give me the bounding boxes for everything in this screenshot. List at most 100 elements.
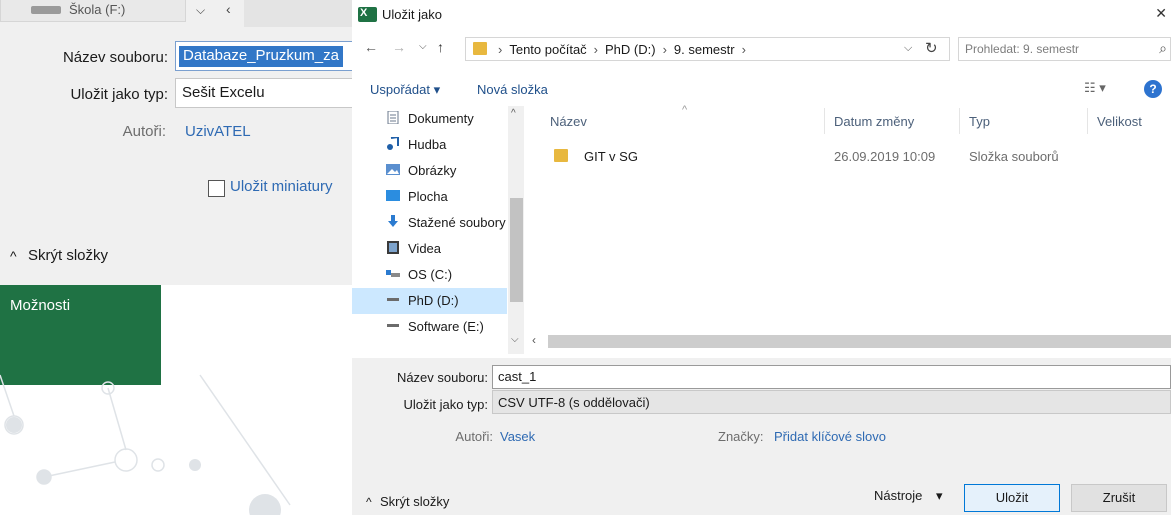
file-name-label: Název souboru: <box>396 370 488 385</box>
background-authors-link[interactable]: UzivATEL <box>185 123 251 140</box>
chevron-up-icon[interactable]: ^ <box>10 248 17 264</box>
sidebar-item-downloads[interactable]: Stažené soubory <box>352 210 507 236</box>
caret-down-icon: ▾ <box>936 488 943 503</box>
navigation-scrollbar[interactable]: ^ ⌵ <box>508 106 524 354</box>
sidebar-item-drive-c[interactable]: OS (C:) <box>352 262 507 288</box>
column-header-row: ^ Název Datum změny Typ Velikost <box>524 104 1171 136</box>
breadcrumb-separator-icon[interactable]: › <box>737 42 751 57</box>
authors-link[interactable]: Vasek <box>500 429 535 444</box>
search-icon[interactable]: ⌕ <box>1159 40 1167 57</box>
back-arrow-icon[interactable]: ‹ <box>226 1 231 17</box>
tools-label: Nástroje <box>874 488 923 503</box>
breadcrumb-item[interactable]: PhD (D:) <box>605 42 656 57</box>
table-row[interactable]: GIT v SG 26.09.2019 10:09 Složka souborů <box>524 144 1171 168</box>
hide-folders-button[interactable]: Skrýt složky <box>380 494 449 509</box>
sidebar-item-label: OS (C:) <box>408 267 453 282</box>
scrollbar-thumb[interactable] <box>548 335 1171 348</box>
chevron-up-icon[interactable]: ^ <box>511 108 516 119</box>
background-file-name-input[interactable]: Databaze_Pruzkum_za <box>175 41 352 71</box>
dialog-title: Uložit jako <box>382 7 442 22</box>
navigation-bar: ← → ⌵ ↑ › Tento počítač › PhD (D:) › 9. semes… <box>352 35 1171 65</box>
breadcrumb-item[interactable]: 9. semestr <box>674 42 735 57</box>
chevron-left-icon[interactable]: ‹ <box>532 333 536 347</box>
music-icon <box>387 137 399 150</box>
view-options-icon[interactable]: ☷ ▾ <box>1084 80 1106 96</box>
desktop-icon <box>386 190 400 201</box>
sidebar-item-label: Software (E:) <box>408 319 484 334</box>
file-name-input[interactable]: cast_1 <box>492 365 1171 389</box>
tags-label: Značky: <box>718 429 764 444</box>
back-arrow-icon[interactable]: ← <box>364 39 378 55</box>
recent-locations-icon[interactable]: ⌵ <box>419 41 427 52</box>
sidebar-item-label: Dokumenty <box>408 111 474 126</box>
column-divider[interactable] <box>824 108 825 134</box>
background-location-label: Škola (F:) <box>69 2 126 17</box>
chevron-down-icon[interactable]: ⌵ <box>511 334 519 345</box>
address-dropdown-icon[interactable]: ⌵ <box>904 42 912 55</box>
organize-button[interactable]: Uspořádat ▾ <box>370 82 440 98</box>
sidebar-item-desktop[interactable]: Plocha <box>352 184 507 210</box>
column-divider[interactable] <box>1087 108 1088 134</box>
file-list: ^ Název Datum změny Typ Velikost GIT v S… <box>524 104 1171 354</box>
breadcrumb-separator-icon[interactable]: › <box>589 42 603 57</box>
save-thumbnail-label[interactable]: Uložit miniatury <box>230 178 333 195</box>
sidebar-item-label: Obrázky <box>408 163 457 178</box>
downloads-icon <box>388 215 398 227</box>
save-thumbnail-checkbox[interactable] <box>208 180 225 197</box>
help-icon[interactable]: ? <box>1144 80 1162 98</box>
sidebar-item-label: Videa <box>408 241 442 256</box>
column-divider[interactable] <box>959 108 960 134</box>
column-header-type[interactable]: Typ <box>969 114 990 129</box>
background-address-bar <box>244 0 352 27</box>
close-icon[interactable]: ✕ <box>1155 5 1167 22</box>
save-as-dialog: X Uložit jako ✕ ← → ⌵ ↑ › Tento počítač › P… <box>352 0 1171 515</box>
forward-arrow-icon[interactable]: → <box>392 39 406 55</box>
breadcrumb-separator-icon[interactable]: › <box>658 42 672 57</box>
navigation-pane: Dokumenty Hudba Obrázky Plocha Stažené s… <box>352 106 524 354</box>
background-file-name-selected-text: Databaze_Pruzkum_za <box>179 46 343 67</box>
sidebar-item-music[interactable]: Hudba <box>352 132 507 158</box>
drive-c-icon <box>386 270 400 277</box>
background-save-type-select[interactable]: Sešit Excelu <box>175 78 352 108</box>
sidebar-item-documents[interactable]: Dokumenty <box>352 106 507 132</box>
cancel-button[interactable]: Zrušit <box>1071 484 1167 512</box>
folder-icon <box>554 149 568 162</box>
drive-icon <box>31 6 61 14</box>
address-bar[interactable]: › Tento počítač › PhD (D:) › 9. semestr › ⌵ ↻ <box>465 37 950 61</box>
sidebar-item-label: Hudba <box>408 137 447 152</box>
excel-icon: X <box>358 7 377 22</box>
sidebar-item-drive-d[interactable]: PhD (D:) <box>352 288 507 314</box>
background-location-box[interactable]: Škola (F:) <box>0 0 186 22</box>
search-input[interactable]: Prohledat: 9. semestr ⌕ <box>958 37 1171 61</box>
breadcrumb-item[interactable]: Tento počítač <box>509 42 586 57</box>
horizontal-scrollbar[interactable]: ‹ <box>524 332 1171 350</box>
title-bar: X Uložit jako ✕ <box>352 0 1171 31</box>
save-type-select[interactable]: CSV UTF-8 (s oddělovači) <box>492 390 1171 414</box>
chevron-down-icon[interactable]: ⌵ <box>196 3 205 18</box>
chevron-up-icon[interactable]: ^ <box>366 495 372 509</box>
background-navigation-strip: Škola (F:) ⌵ ‹ <box>0 0 352 27</box>
tools-button[interactable]: Nástroje ▾ <box>874 488 943 504</box>
search-placeholder: Prohledat: 9. semestr <box>965 42 1080 56</box>
column-header-name[interactable]: Název <box>550 114 587 129</box>
breadcrumb: › Tento počítač › PhD (D:) › 9. semestr › <box>493 42 753 57</box>
file-name: GIT v SG <box>584 149 638 164</box>
sort-ascending-icon: ^ <box>682 104 688 116</box>
background-authors-label: Autoři: <box>122 123 166 140</box>
refresh-icon[interactable]: ↻ <box>925 39 938 57</box>
add-tag-link[interactable]: Přidat klíčové slovo <box>774 429 886 444</box>
save-button[interactable]: Uložit <box>964 484 1060 512</box>
column-header-size[interactable]: Velikost <box>1097 114 1142 129</box>
drive-e-icon <box>387 324 399 327</box>
folder-icon <box>473 42 487 55</box>
new-folder-button[interactable]: Nová složka <box>477 82 548 97</box>
scrollbar-thumb[interactable] <box>510 198 523 302</box>
background-hide-folders-button[interactable]: Skrýt složky <box>28 247 108 264</box>
up-arrow-icon[interactable]: ↑ <box>437 39 444 55</box>
column-header-date[interactable]: Datum změny <box>834 114 914 129</box>
sidebar-item-drive-e[interactable]: Software (E:) <box>352 314 507 340</box>
background-form: Název souboru: Databaze_Pruzkum_za Uloži… <box>0 27 352 285</box>
documents-icon <box>387 111 399 124</box>
sidebar-item-videos[interactable]: Videa <box>352 236 507 262</box>
sidebar-item-pictures[interactable]: Obrázky <box>352 158 507 184</box>
